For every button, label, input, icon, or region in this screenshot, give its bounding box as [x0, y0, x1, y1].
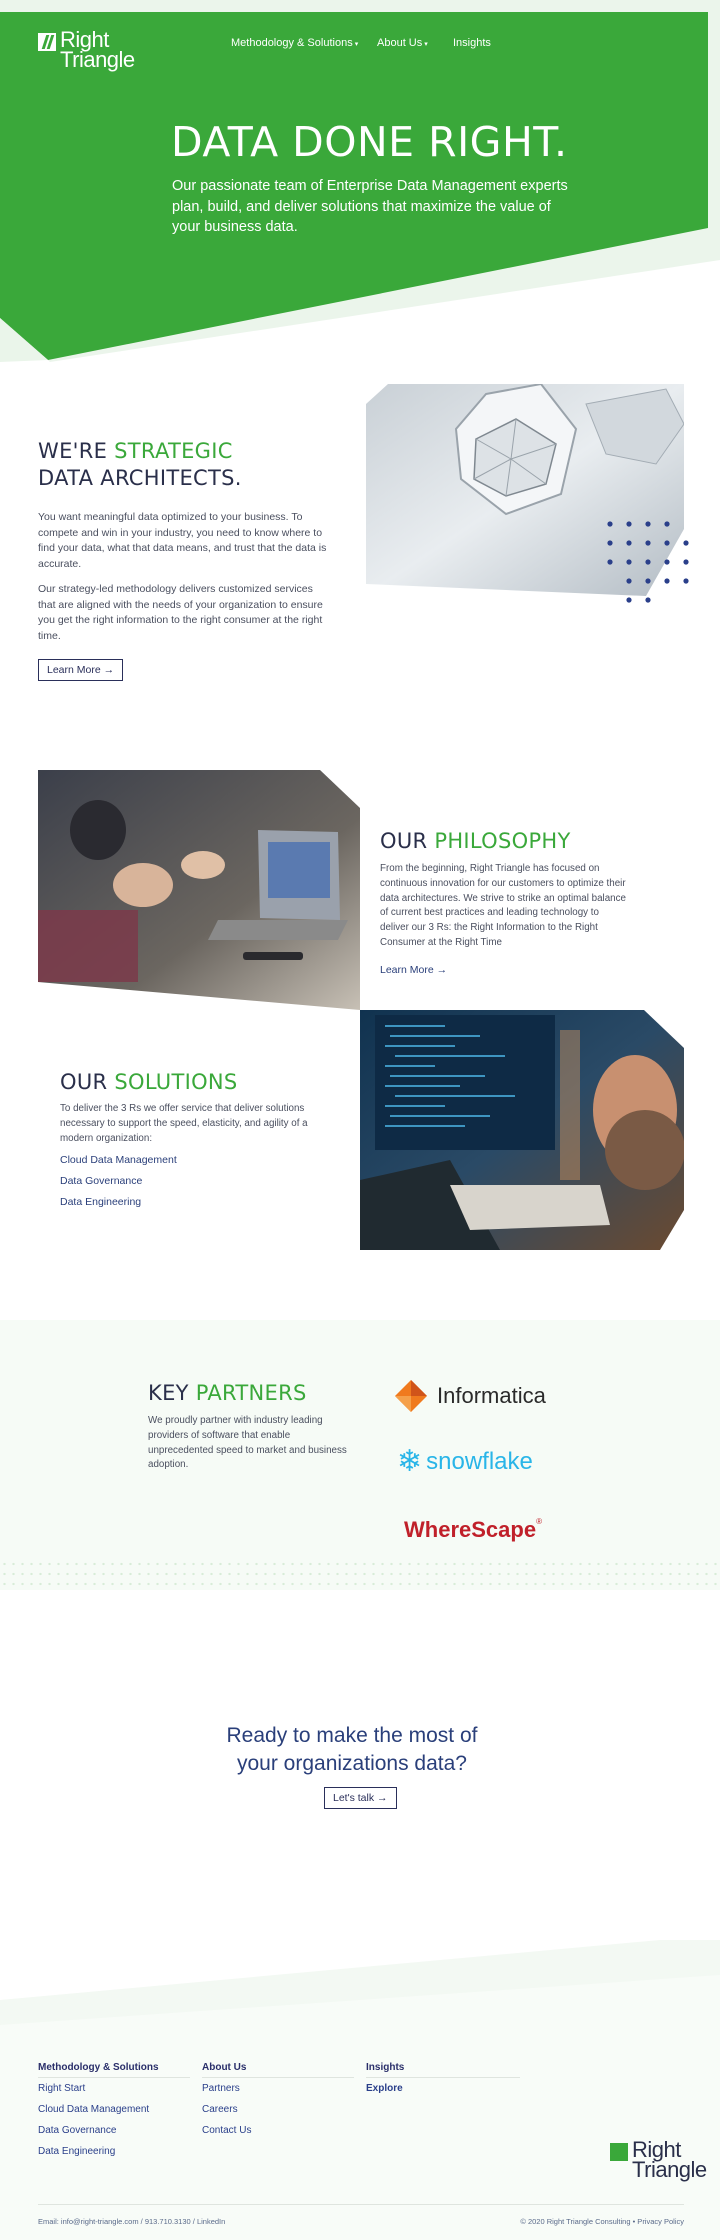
- registered-mark-icon: ®: [536, 1517, 542, 1526]
- partners-paragraph: We proudly partner with industry leading…: [148, 1415, 347, 1471]
- footer-link-explore[interactable]: Explore: [366, 2083, 403, 2094]
- dot-pattern-divider: [0, 1582, 720, 1586]
- decorative-dot: [683, 559, 689, 565]
- solutions-paragraph: To deliver the 3 Rs we offer service tha…: [60, 1103, 308, 1144]
- footer-divider: [202, 2077, 354, 2078]
- decorative-dot: [645, 597, 651, 603]
- snowflake-icon: ❄: [397, 1445, 423, 1478]
- partners-title: KEY PARTNERS: [148, 1381, 307, 1405]
- site-logo[interactable]: Right Triangle: [38, 29, 135, 72]
- footer-link-contact-us[interactable]: Contact Us: [202, 2125, 251, 2136]
- logo-text-line2: Triangle: [60, 47, 135, 72]
- footer-bottom-divider: [38, 2204, 684, 2205]
- dot-pattern-divider: [0, 1572, 720, 1576]
- solutions-link-data-governance[interactable]: Data Governance: [60, 1175, 142, 1187]
- logo-mark-icon: [610, 2143, 628, 2161]
- developer-coding-image: [360, 1010, 684, 1250]
- footer-logo[interactable]: Right Triangle: [610, 2139, 707, 2181]
- partner-logo-snowflake[interactable]: ❄ snowflake: [397, 1447, 533, 1477]
- philosophy-title: OUR PHILOSOPHY: [380, 829, 571, 853]
- decorative-dot: [664, 559, 670, 565]
- partner-logo-informatica[interactable]: Informatica: [393, 1378, 546, 1414]
- hero-title: DATA DONE RIGHT.: [171, 118, 568, 166]
- nav-about-us[interactable]: About Us ▾: [377, 37, 428, 49]
- caret-down-icon: ▾: [424, 41, 428, 48]
- lets-talk-button[interactable]: Let's talk →: [324, 1787, 397, 1809]
- partner-logo-wherescape[interactable]: WhereScape®: [404, 1517, 542, 1543]
- footer-link-careers[interactable]: Careers: [202, 2104, 238, 2115]
- footer-contact-line[interactable]: Email: info@right-triangle.com / 913.710…: [38, 2217, 225, 2226]
- decorative-dot: [664, 578, 670, 584]
- footer-heading-about-us[interactable]: About Us: [202, 2062, 246, 2073]
- decorative-dot: [645, 578, 651, 584]
- decorative-dot: [626, 597, 632, 603]
- decorative-dot: [664, 540, 670, 546]
- informatica-icon: [395, 1380, 427, 1412]
- nav-insights[interactable]: Insights: [453, 37, 491, 49]
- decorative-dot: [645, 521, 651, 527]
- decorative-dot: [626, 578, 632, 584]
- decorative-dot: [626, 521, 632, 527]
- decorative-dot: [626, 540, 632, 546]
- solutions-link-data-engineering[interactable]: Data Engineering: [60, 1196, 141, 1208]
- philosophy-paragraph: From the beginning, Right Triangle has f…: [380, 863, 626, 948]
- architects-paragraph-1: You want meaningful data optimized to yo…: [38, 511, 327, 570]
- decorative-dot-grid: [607, 521, 689, 603]
- dot-pattern-divider: [0, 1562, 720, 1566]
- meeting-photo-image: [38, 770, 360, 1010]
- philosophy-learn-more-link[interactable]: Learn More →: [380, 964, 447, 976]
- decorative-dot: [626, 559, 632, 565]
- footer-copyright: © 2020 Right Triangle Consulting • Priva…: [520, 2217, 684, 2226]
- footer-link-cloud-data-management[interactable]: Cloud Data Management: [38, 2104, 149, 2115]
- footer-link-partners[interactable]: Partners: [202, 2083, 240, 2094]
- architects-title: WE'RE STRATEGIC DATA ARCHITECTS.: [38, 439, 242, 490]
- solutions-link-cloud-data-management[interactable]: Cloud Data Management: [60, 1154, 177, 1166]
- decorative-dot: [607, 559, 613, 565]
- cta-heading: Ready to make the most of your organizat…: [226, 1724, 478, 1775]
- decorative-dot: [683, 540, 689, 546]
- hero-subtitle: Our passionate team of Enterprise Data M…: [172, 178, 568, 235]
- decorative-dot: [664, 521, 670, 527]
- nav-methodology-solutions[interactable]: Methodology & Solutions ▾: [231, 37, 358, 49]
- decorative-dot: [645, 559, 651, 565]
- footer-link-data-governance[interactable]: Data Governance: [38, 2125, 116, 2136]
- footer-link-data-engineering[interactable]: Data Engineering: [38, 2146, 115, 2157]
- architects-learn-more-button[interactable]: Learn More →: [38, 659, 124, 681]
- footer-divider: [38, 2077, 190, 2078]
- footer-background: [0, 1940, 720, 2240]
- architects-paragraph-2: Our strategy-led methodology delivers cu…: [38, 583, 323, 642]
- logo-mark-icon: [38, 33, 56, 51]
- footer-heading-insights[interactable]: Insights: [366, 2062, 404, 2073]
- footer-link-right-start[interactable]: Right Start: [38, 2083, 85, 2094]
- footer-heading-methodology[interactable]: Methodology & Solutions: [38, 2062, 159, 2073]
- solutions-title: OUR SOLUTIONS: [60, 1070, 238, 1094]
- decorative-dot: [607, 540, 613, 546]
- footer-divider: [366, 2077, 520, 2078]
- decorative-dot: [645, 540, 651, 546]
- decorative-dot: [683, 578, 689, 584]
- caret-down-icon: ▾: [354, 41, 359, 48]
- partners-section-background: [0, 1320, 720, 1590]
- decorative-dot: [607, 521, 613, 527]
